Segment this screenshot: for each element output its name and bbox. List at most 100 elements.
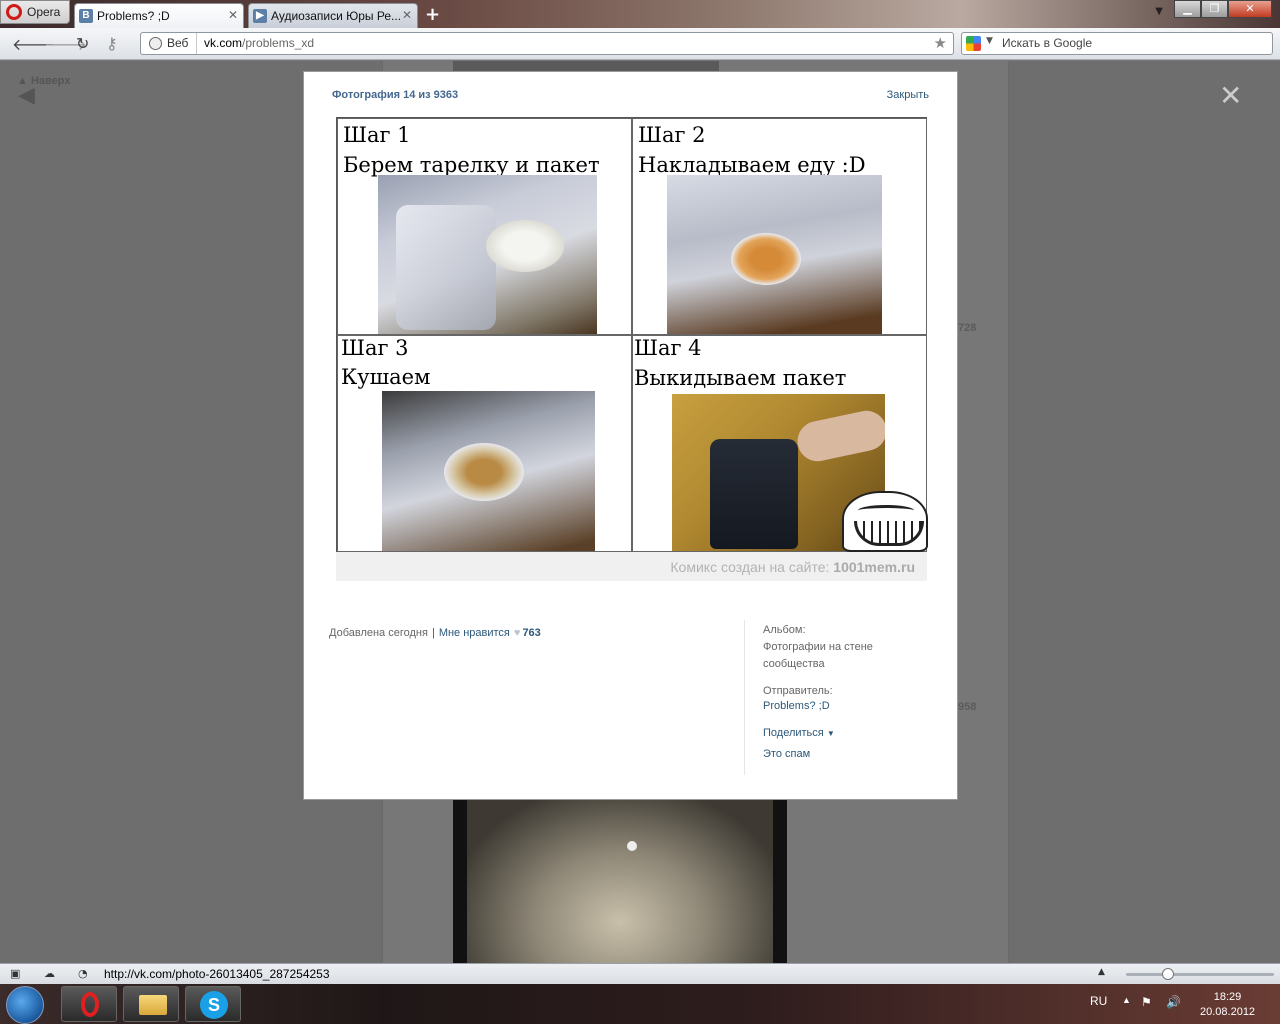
trollface-icon — [842, 491, 928, 552]
window-controls: ▁ ❐ ✕ — [1174, 0, 1272, 18]
status-url: http://vk.com/photo-26013405_287254253 — [104, 967, 330, 981]
opera-menu-label: Opera — [27, 5, 61, 19]
speed-dial-icon[interactable]: ◔ — [78, 967, 88, 980]
taskbar-skype[interactable]: S — [185, 986, 241, 1022]
url-domain: vk.com — [204, 36, 243, 50]
spam-link[interactable]: Это спам — [763, 746, 810, 763]
search-box[interactable]: ▼ Искать в Google — [961, 32, 1273, 55]
browser-statusbar: ▣ ☁ ◔ http://vk.com/photo-26013405_28725… — [0, 963, 1280, 984]
step-title: Шаг 1 — [343, 123, 411, 147]
tab-label: Problems? ;D — [97, 9, 170, 23]
tab-close-icon[interactable]: ✕ — [228, 8, 238, 22]
footer-text: Комикс создан на сайте: — [670, 559, 830, 575]
up-link-label: Наверх — [30, 75, 71, 87]
tab-problems[interactable]: В Problems? ;D ✕ — [74, 3, 244, 29]
sidebar-divider — [744, 620, 745, 775]
address-url[interactable]: vk.com/problems_xd — [204, 36, 314, 50]
windows-taskbar: S RU ▲ ⚑ 🔊 18:29 20.08.2012 — [0, 984, 1280, 1024]
zoom-knob[interactable] — [1162, 968, 1174, 980]
comic-image[interactable]: Шаг 1 Берем тарелку и пакет Шаг 2 Наклад… — [336, 117, 928, 552]
address-scheme[interactable]: Веб — [141, 33, 197, 54]
share-dropdown-icon: ▼ — [826, 729, 835, 738]
panel-toggle-icon[interactable]: ▣ — [10, 967, 20, 980]
maximize-icon[interactable]: ❐ — [1201, 0, 1228, 18]
opera-menu-button[interactable]: Opera — [0, 0, 70, 24]
address-bar[interactable]: Веб vk.com/problems_xd ★ — [140, 32, 954, 55]
zoom-slider[interactable] — [1126, 968, 1274, 980]
clock-time: 18:29 — [1213, 991, 1242, 1003]
plate-with-food — [731, 233, 801, 285]
hand — [793, 407, 885, 465]
key-icon[interactable]: ⚷ — [106, 34, 118, 53]
like-link[interactable]: Мне нравится — [439, 627, 510, 639]
globe-icon — [149, 37, 162, 50]
photo-viewer: Фотография 14 из 9363 Закрыть Шаг 1 Бере… — [303, 71, 958, 800]
tab-close-icon[interactable]: ✕ — [402, 8, 412, 22]
opera-logo-icon — [6, 4, 22, 20]
taskbar-explorer[interactable] — [123, 986, 179, 1022]
bookmark-star-icon[interactable]: ★ — [934, 34, 947, 52]
volume-icon[interactable]: 🔊 — [1166, 995, 1181, 1009]
taskbar-opera[interactable] — [61, 986, 117, 1022]
loading-dot — [627, 841, 637, 851]
viewer-close-icon[interactable]: ✕ — [1219, 79, 1242, 112]
trash-bin — [710, 439, 798, 549]
step-photo — [667, 175, 882, 334]
tray-expand-icon[interactable]: ▲ — [1122, 995, 1131, 1005]
cloud-icon[interactable]: ☁ — [44, 967, 55, 980]
browser-toolbar: 🡐 🡒 ↻ ⚷ Веб vk.com/problems_xd ★ ▼ Искат… — [0, 28, 1280, 60]
photo-info: Добавлена сегодня | Мне нравится ♥ 763 — [329, 627, 541, 639]
step-title: Шаг 4 — [634, 336, 702, 360]
album-name-cont[interactable]: сообщества — [763, 656, 825, 673]
back-arrow-icon[interactable]: ◀ — [18, 83, 35, 108]
added-date: Добавлена сегодня — [329, 627, 428, 639]
step-photo — [378, 175, 597, 334]
url-path: /problems_xd — [242, 36, 315, 50]
step-text: Выкидываем пакет — [634, 366, 847, 390]
divider: | — [431, 627, 435, 639]
step-title: Шаг 2 — [638, 123, 706, 147]
step-title: Шаг 3 — [341, 336, 409, 360]
step-photo — [382, 391, 595, 551]
comic-footer: Комикс создан на сайте: 1001mem.ru — [336, 552, 927, 581]
action-center-flag-icon[interactable]: ⚑ — [1141, 995, 1152, 1009]
album-label: Альбом: — [763, 624, 806, 636]
footer-site: 1001mem.ru — [833, 559, 915, 575]
comic-panel: Шаг 2 Накладываем еду :D — [632, 118, 927, 335]
tab-audio[interactable]: ▶ Аудиозаписи Юры Ре... ✕ — [248, 3, 418, 28]
browser-titlebar: Opera В Problems? ;D ✕ ▶ Аудиозаписи Юры… — [0, 0, 1280, 29]
new-tab-icon[interactable]: + — [425, 4, 440, 25]
tab-menu-icon[interactable]: ▼ — [1155, 6, 1163, 17]
clock[interactable]: 18:29 20.08.2012 — [1200, 990, 1255, 1020]
sender-link[interactable]: Problems? ;D — [763, 698, 830, 715]
step-text: Кушаем — [341, 365, 431, 389]
heart-icon[interactable]: ♥ — [514, 627, 521, 639]
like-count[interactable]: 763 — [522, 627, 540, 639]
share-link[interactable]: Поделиться ▼ — [763, 725, 835, 742]
reload-icon[interactable]: ↻ — [76, 34, 89, 53]
tab-label: Аудиозаписи Юры Ре... — [271, 9, 402, 23]
close-link[interactable]: Закрыть — [887, 89, 929, 101]
album-name[interactable]: Фотографии на стене — [763, 639, 873, 656]
step-text: Берем тарелку и пакет — [343, 153, 600, 177]
background-count: 958 — [958, 701, 977, 713]
share-label: Поделиться — [763, 727, 824, 739]
background-count: 728 — [958, 322, 977, 334]
start-button[interactable] — [6, 986, 44, 1024]
vk-audio-icon: ▶ — [253, 9, 267, 23]
vk-icon: В — [79, 9, 93, 23]
search-placeholder: Искать в Google — [1002, 36, 1093, 50]
clock-date: 20.08.2012 — [1200, 1006, 1256, 1018]
skype-icon: S — [200, 991, 228, 1019]
language-indicator[interactable]: RU — [1090, 994, 1107, 1008]
comic-panel: Шаг 3 Кушаем — [337, 335, 632, 552]
step-text: Накладываем еду :D — [638, 153, 866, 177]
minimize-icon[interactable]: ▁ — [1174, 0, 1201, 18]
background-post-image — [453, 799, 787, 963]
photo-counter: Фотография 14 из 9363 — [332, 89, 459, 101]
plate — [486, 220, 564, 272]
zoom-up-icon[interactable]: ▲ — [1098, 967, 1105, 977]
window-close-icon[interactable]: ✕ — [1228, 0, 1272, 18]
search-engine-dropdown-icon[interactable]: ▼ — [986, 36, 993, 46]
folder-icon — [139, 995, 167, 1015]
